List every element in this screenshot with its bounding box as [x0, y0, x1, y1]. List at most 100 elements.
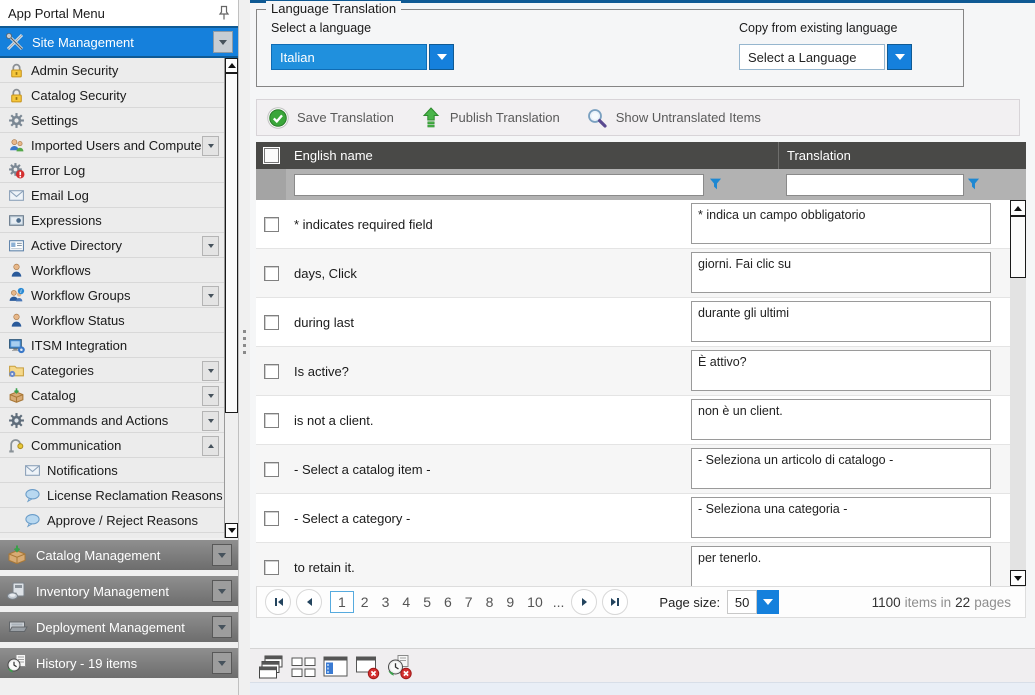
expand-arrow-button[interactable]	[202, 136, 219, 156]
row-checkbox[interactable]	[264, 560, 279, 575]
next-page-button[interactable]	[571, 589, 597, 615]
sidebar-item[interactable]: Catalog	[0, 383, 238, 408]
sidebar-item[interactable]: Commands and Actions	[0, 408, 238, 433]
translation-input[interactable]: - Seleziona una categoria -	[691, 497, 991, 538]
column-header-translation[interactable]: Translation	[779, 148, 1026, 163]
page-number-button[interactable]: 7	[459, 592, 479, 612]
row-checkbox[interactable]	[264, 217, 279, 232]
page-number-button[interactable]: 9	[500, 592, 520, 612]
sidebar-item[interactable]: iWorkflow Groups	[0, 283, 238, 308]
sidebar-item[interactable]: License Reclamation Reasons	[0, 483, 238, 508]
sidebar-section[interactable]: History - 19 items	[0, 648, 238, 678]
sidebar-item[interactable]: Notifications	[0, 458, 238, 483]
scroll-down-button[interactable]	[1010, 570, 1026, 586]
sidebar-scrollbar[interactable]	[224, 58, 238, 538]
copy-language-select[interactable]: Select a Language	[739, 44, 912, 70]
sidebar-item[interactable]: Catalog Security	[0, 83, 238, 108]
sidebar-item[interactable]: Settings	[0, 108, 238, 133]
publish-translation-button[interactable]: Publish Translation	[420, 107, 560, 129]
sidebar-section[interactable]: Catalog Management	[0, 540, 238, 570]
filter-icon[interactable]	[709, 177, 722, 191]
translation-input[interactable]: * indica un campo obbligatorio	[691, 203, 991, 244]
translation-input[interactable]: per tenerlo.	[691, 546, 991, 586]
language-select-value[interactable]: Italian	[271, 44, 427, 70]
expand-arrow-button[interactable]	[212, 544, 232, 566]
collapse-arrow-button[interactable]	[202, 436, 219, 456]
translation-filter-input[interactable]	[786, 174, 964, 196]
page-number-button[interactable]: 3	[376, 592, 396, 612]
translation-input[interactable]: durante gli ultimi	[691, 301, 991, 342]
scroll-thumb[interactable]	[1010, 216, 1026, 278]
page-number-button[interactable]: 2	[355, 592, 375, 612]
previous-page-button[interactable]	[296, 589, 322, 615]
expand-arrow-button[interactable]	[202, 236, 219, 256]
grid-scrollbar[interactable]	[1010, 200, 1026, 586]
copy-language-value[interactable]: Select a Language	[739, 44, 885, 70]
sidebar-item[interactable]: Email Log	[0, 183, 238, 208]
sidebar-section[interactable]: Inventory Management	[0, 576, 238, 606]
sidebar-section-site-management[interactable]: Site Management	[0, 28, 238, 58]
cascade-windows-icon[interactable]	[258, 653, 285, 680]
clear-history-icon[interactable]	[386, 653, 413, 680]
expand-arrow-button[interactable]	[202, 361, 219, 381]
scroll-thumb[interactable]	[225, 73, 238, 413]
expand-arrow-button[interactable]	[202, 411, 219, 431]
save-translation-button[interactable]: Save Translation	[267, 107, 394, 129]
row-checkbox[interactable]	[264, 266, 279, 281]
sidebar-item[interactable]: ITSM Integration	[0, 333, 238, 358]
first-page-button[interactable]	[265, 589, 291, 615]
page-number-button[interactable]: 6	[438, 592, 458, 612]
page-number-button[interactable]: 1	[330, 591, 354, 613]
page-number-button[interactable]: 10	[521, 592, 549, 612]
page-size-value[interactable]: 50	[727, 590, 757, 614]
translation-input[interactable]: giorni. Fai clic su	[691, 252, 991, 293]
sidebar-item[interactable]: Approve / Reject Reasons	[0, 508, 238, 533]
page-number-button[interactable]: 8	[480, 592, 500, 612]
scroll-down-button[interactable]	[225, 523, 238, 538]
scroll-up-button[interactable]	[225, 58, 238, 73]
english-name-cell: * indicates required field	[286, 217, 691, 232]
sidebar-item[interactable]: Imported Users and Computers	[0, 133, 238, 158]
close-window-icon[interactable]	[354, 653, 381, 680]
page-number-button[interactable]: 5	[417, 592, 437, 612]
split-view-icon[interactable]	[322, 653, 349, 680]
last-page-button[interactable]	[602, 589, 628, 615]
page-size-arrow[interactable]	[757, 590, 779, 614]
expand-arrow-button[interactable]	[212, 652, 232, 674]
column-header-english[interactable]: English name	[286, 142, 779, 169]
copy-language-arrow[interactable]	[887, 44, 912, 70]
tile-windows-icon[interactable]	[290, 653, 317, 680]
sidebar-item[interactable]: Categories	[0, 358, 238, 383]
sidebar-section[interactable]: Deployment Management	[0, 612, 238, 642]
select-all-checkbox[interactable]	[263, 147, 280, 164]
row-checkbox[interactable]	[264, 315, 279, 330]
language-select[interactable]: Italian	[271, 44, 454, 70]
page-size-select[interactable]: 50	[727, 590, 779, 614]
english-filter-input[interactable]	[294, 174, 704, 196]
sidebar-item[interactable]: Workflow Status	[0, 308, 238, 333]
expand-arrow-button[interactable]	[202, 386, 219, 406]
sidebar-item[interactable]: Workflows	[0, 258, 238, 283]
collapse-arrow-button[interactable]	[213, 31, 233, 53]
translation-input[interactable]: È attivo?	[691, 350, 991, 391]
sidebar-item[interactable]: Admin Security	[0, 58, 238, 83]
translation-input[interactable]: non è un client.	[691, 399, 991, 440]
show-untranslated-button[interactable]: Show Untranslated Items	[586, 107, 761, 129]
expand-arrow-button[interactable]	[212, 616, 232, 638]
expand-arrow-button[interactable]	[202, 286, 219, 306]
sidebar-item[interactable]: Error Log	[0, 158, 238, 183]
sidebar-item[interactable]: Expressions	[0, 208, 238, 233]
scroll-up-button[interactable]	[1010, 200, 1026, 216]
page-number-button[interactable]: 4	[396, 592, 416, 612]
row-checkbox[interactable]	[264, 511, 279, 526]
translation-input[interactable]: - Seleziona un articolo di catalogo -	[691, 448, 991, 489]
row-checkbox[interactable]	[264, 364, 279, 379]
row-checkbox[interactable]	[264, 413, 279, 428]
language-select-arrow[interactable]	[429, 44, 454, 70]
pin-icon[interactable]	[218, 5, 230, 21]
sidebar-item[interactable]: Active Directory	[0, 233, 238, 258]
filter-icon[interactable]	[967, 177, 980, 191]
sidebar-item[interactable]: Communication	[0, 433, 238, 458]
expand-arrow-button[interactable]	[212, 580, 232, 602]
row-checkbox[interactable]	[264, 462, 279, 477]
